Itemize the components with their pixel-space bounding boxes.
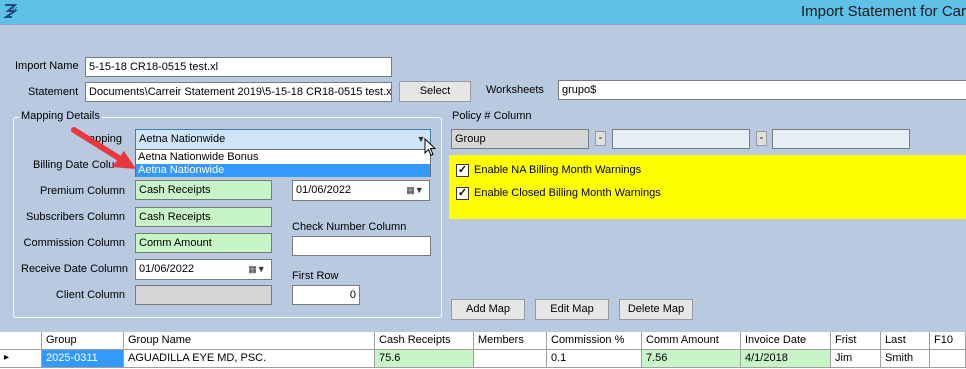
worksheets-select[interactable]: grupo$: [558, 80, 966, 100]
frame-divider: [0, 24, 966, 25]
policy-field-3[interactable]: [772, 129, 910, 149]
delete-map-button[interactable]: Delete Map: [619, 299, 693, 320]
premium-date-picker[interactable]: 01/06/2022 ▦▼: [292, 180, 430, 201]
table-cell[interactable]: 0.1: [547, 350, 642, 368]
mapping-details-title: Mapping Details: [19, 110, 102, 122]
table-cell[interactable]: [474, 350, 547, 368]
statement-label: Statement: [28, 86, 79, 98]
closed-billing-label[interactable]: Enable Closed Billing Month Warnings: [474, 187, 661, 199]
table-cell[interactable]: AGUADILLA EYE MD, PSC.: [124, 350, 375, 368]
client-label: Client Column: [55, 289, 125, 301]
grid-header-invoice-date[interactable]: Invoice Date: [741, 332, 831, 350]
mouse-cursor-icon: [424, 137, 438, 158]
first-row-label: First Row: [292, 270, 339, 282]
dropdown-option-aetna-nationwide[interactable]: Aetna Nationwide: [136, 164, 430, 177]
receive-date-label: Receive Date Column: [21, 263, 128, 275]
svg-text:V: V: [12, 6, 17, 14]
worksheets-label: Worksheets: [486, 84, 544, 96]
table-cell[interactable]: 2025-0311: [42, 350, 124, 368]
table-cell[interactable]: Jim: [831, 350, 881, 368]
mapping-dropdown-value: Aetna Nationwide: [139, 133, 226, 145]
add-map-button[interactable]: Add Map: [451, 299, 525, 320]
import-name-label: Import Name: [15, 60, 79, 72]
premium-date-value: 01/06/2022: [296, 184, 352, 196]
grid-header-members[interactable]: Members: [474, 332, 547, 350]
data-grid: Group Group Name Cash Receipts Members C…: [0, 332, 966, 369]
dropdown-option-aetna-nationwide-bonus[interactable]: Aetna Nationwide Bonus: [136, 151, 430, 164]
mapping-dropdown[interactable]: Aetna Nationwide ▼: [135, 129, 431, 150]
subscribers-label: Subscribers Column: [25, 211, 125, 223]
grid-header-last[interactable]: Last: [881, 332, 930, 350]
calendar-icon[interactable]: ▦▼: [245, 262, 269, 277]
na-billing-checkbox[interactable]: ✓: [456, 164, 469, 177]
na-billing-label[interactable]: Enable NA Billing Month Warnings: [474, 164, 641, 176]
table-cell[interactable]: 7.56: [642, 350, 741, 368]
statement-input[interactable]: Documents\Carreir Statement 2019\5-15-18…: [85, 82, 392, 102]
grid-header-frist[interactable]: Frist: [831, 332, 881, 350]
commission-label: Commission Column: [23, 237, 125, 249]
grid-header-commission-pct[interactable]: Commission %: [547, 332, 642, 350]
premium-column-input[interactable]: Cash Receipts: [135, 180, 272, 200]
table-cell[interactable]: 75.6: [375, 350, 474, 368]
grid-corner-header: [0, 332, 42, 350]
check-number-input[interactable]: [292, 236, 431, 256]
import-name-input[interactable]: 5-15-18 CR18-0515 test.xl: [85, 57, 392, 77]
table-cell[interactable]: 4/1/2018: [741, 350, 831, 368]
mapping-dropdown-list: Aetna Nationwide Bonus Aetna Nationwide: [135, 149, 431, 177]
table-cell[interactable]: Smith: [881, 350, 930, 368]
app-icon[interactable]: V: [3, 3, 19, 19]
check-number-label: Check Number Column: [292, 221, 407, 233]
annotation-arrow-icon: [68, 124, 140, 172]
policy-column-label: Policy # Column: [452, 110, 532, 122]
grid-header-group-name[interactable]: Group Name: [124, 332, 375, 350]
grid-header-comm-amount[interactable]: Comm Amount: [642, 332, 741, 350]
policy-field-1[interactable]: Group: [451, 129, 589, 149]
grid-header-cash-receipts[interactable]: Cash Receipts: [375, 332, 474, 350]
receive-date-value: 01/06/2022: [139, 263, 195, 275]
policy-separator-2: -: [756, 131, 767, 146]
grid-header-f10[interactable]: F10: [930, 332, 966, 350]
window-title: Import Statement for Car: [800, 3, 966, 20]
first-row-input[interactable]: 0: [292, 285, 360, 305]
table-cell[interactable]: [930, 350, 966, 368]
grid-header-group[interactable]: Group: [42, 332, 124, 350]
policy-separator-1: -: [595, 131, 606, 146]
row-indicator-icon[interactable]: ▸: [0, 350, 42, 368]
policy-field-2[interactable]: [612, 129, 750, 149]
commission-column-input[interactable]: Comm Amount: [135, 233, 272, 253]
select-button[interactable]: Select: [399, 81, 471, 102]
receive-date-picker[interactable]: 01/06/2022 ▦▼: [135, 259, 272, 280]
premium-label: Premium Column: [40, 185, 125, 197]
subscribers-column-input[interactable]: Cash Receipts: [135, 207, 272, 227]
client-column-input[interactable]: [135, 285, 272, 305]
edit-map-button[interactable]: Edit Map: [535, 299, 609, 320]
closed-billing-checkbox[interactable]: ✓: [456, 187, 469, 200]
calendar-icon[interactable]: ▦▼: [403, 183, 427, 198]
